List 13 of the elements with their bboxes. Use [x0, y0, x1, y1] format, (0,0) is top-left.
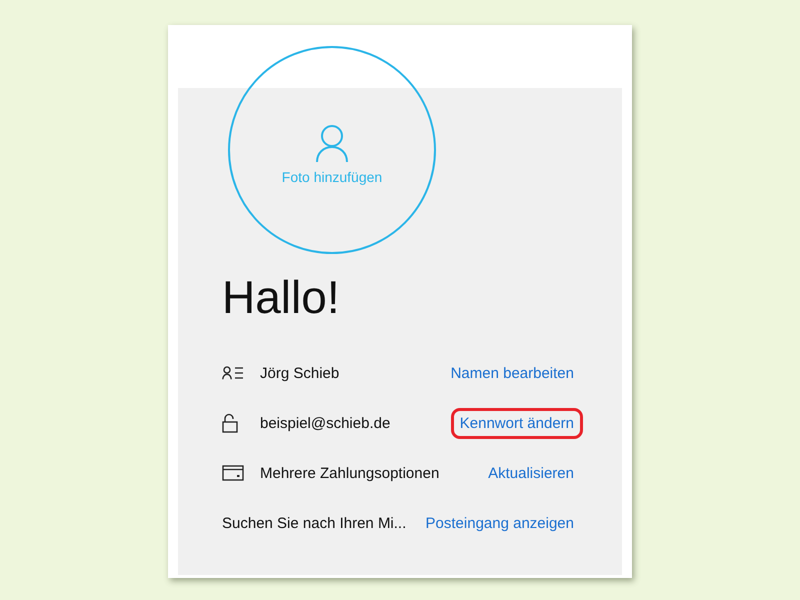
action-link[interactable]: Aktualisieren	[479, 458, 583, 488]
account-detail: Jörg Schieb	[260, 364, 340, 382]
action-link[interactable]: Namen bearbeiten	[442, 358, 583, 388]
person-list-icon	[222, 366, 244, 380]
action-link[interactable]: Posteingang anzeigen	[416, 508, 583, 538]
action-link[interactable]: Kennwort ändern	[450, 408, 583, 438]
lock-icon	[222, 413, 238, 433]
credit-card-icon	[222, 465, 244, 481]
greeting-heading: Hallo!	[222, 270, 341, 324]
account-detail: Suchen Sie nach Ihren Mi...	[222, 514, 408, 532]
person-icon	[316, 125, 348, 163]
account-detail: Mehrere Zahlungsoptionen	[260, 464, 440, 482]
account-detail: beispiel@schieb.de	[260, 414, 392, 432]
